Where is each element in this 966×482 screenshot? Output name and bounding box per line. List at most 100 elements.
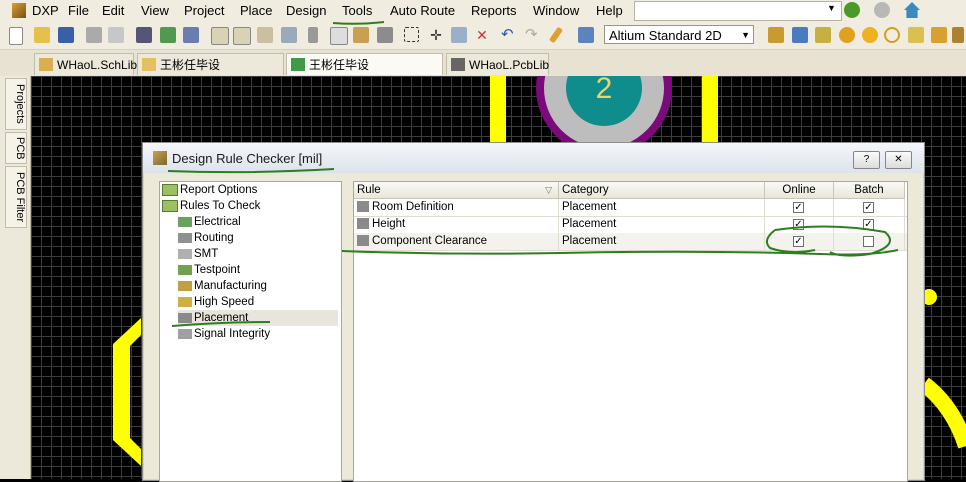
trace-right-vertical [702, 76, 718, 142]
tab-schdoc[interactable]: 王彬任毕设PCB.SchDoc [137, 53, 284, 94]
tree-item-testpoint[interactable]: Testpoint [178, 262, 240, 278]
help-query-icon[interactable] [578, 27, 594, 43]
place-component-icon[interactable] [952, 27, 964, 43]
tree-item-report-options[interactable]: Report Options [162, 182, 257, 198]
menu-reports[interactable]: Reports [471, 2, 517, 20]
table-row[interactable]: Room Definition Placement ✓ ✓ [354, 199, 907, 217]
online-checkbox[interactable]: ✓ [793, 202, 804, 213]
move-selection-icon[interactable] [451, 27, 467, 43]
tab-whaol-pcblib[interactable]: WHaoL.PcbLib [446, 53, 549, 75]
table-row[interactable]: Component Clearance Placement ✓ [354, 233, 907, 251]
testpoint-icon [178, 264, 192, 275]
tree-item-rules-to-check[interactable]: Rules To Check [162, 198, 260, 214]
table-row[interactable]: Height Placement ✓ ✓ [354, 216, 907, 234]
column-header-category[interactable]: Category [559, 182, 765, 199]
paste-icon[interactable] [353, 27, 369, 43]
component-icon[interactable] [183, 27, 199, 43]
home-icon[interactable] [904, 2, 920, 18]
menu-place[interactable]: Place [240, 2, 273, 20]
route-diff-pair-icon[interactable] [792, 27, 808, 43]
close-button[interactable]: ✕ [885, 151, 912, 169]
chevron-down-icon: ▼ [741, 30, 750, 40]
tree-item-smt[interactable]: SMT [178, 246, 218, 262]
smt-icon [178, 248, 192, 259]
dxp-icon[interactable] [12, 3, 26, 18]
print-preview-icon[interactable] [108, 27, 124, 43]
pencil-icon[interactable] [548, 26, 564, 44]
place-pad-icon[interactable] [839, 27, 855, 43]
schdoc-icon [142, 58, 156, 71]
pcbdoc-icon [291, 58, 305, 71]
move-icon[interactable]: ✛ [428, 27, 444, 43]
save-icon[interactable] [58, 27, 74, 43]
side-tab-pcb[interactable]: PCB [5, 132, 27, 164]
column-header-rule[interactable]: Rule ▽ [354, 182, 559, 199]
column-header-batch[interactable]: Batch [834, 182, 905, 199]
side-panel-tabs: Projects PCB PCB Filter [0, 76, 31, 479]
address-dropdown-icon[interactable]: ▼ [827, 3, 836, 13]
side-tab-projects[interactable]: Projects [5, 78, 27, 130]
address-input[interactable] [634, 1, 842, 21]
batch-checkbox[interactable]: ✓ [863, 202, 874, 213]
cut-icon[interactable] [308, 27, 318, 43]
undo-icon[interactable]: ↶ [501, 27, 517, 43]
help-button[interactable]: ? [853, 151, 880, 169]
menu-view[interactable]: View [141, 2, 169, 20]
side-tab-pcb-filter[interactable]: PCB Filter [5, 166, 27, 228]
menu-file[interactable]: File [68, 2, 89, 20]
tree-item-manufacturing[interactable]: Manufacturing [178, 278, 267, 294]
menu-edit[interactable]: Edit [102, 2, 124, 20]
menu-design[interactable]: Design [286, 2, 326, 20]
rubber-stamp-icon[interactable] [377, 27, 393, 43]
online-checkbox[interactable]: ✓ [793, 219, 804, 230]
menu-dxp[interactable]: DXP [32, 2, 59, 20]
tab-pcbdoc[interactable]: 王彬任毕设PCB.PcbDoc * [286, 53, 443, 94]
tree-item-high-speed[interactable]: High Speed [178, 294, 254, 310]
place-string-icon[interactable] [931, 27, 947, 43]
redo-icon[interactable]: ↷ [525, 27, 541, 43]
batch-cell: ✓ [834, 199, 905, 216]
menu-help[interactable]: Help [596, 2, 623, 20]
copy-icon[interactable] [330, 27, 348, 45]
deselect-icon[interactable]: ✕ [474, 27, 490, 43]
menu-window[interactable]: Window [533, 2, 579, 20]
place-via-icon[interactable] [862, 27, 878, 43]
menu-project[interactable]: Project [184, 2, 224, 20]
drc-icon [153, 151, 167, 165]
batch-checkbox[interactable]: ✓ [863, 219, 874, 230]
zoom-selected-icon[interactable] [257, 27, 273, 43]
back-icon[interactable] [844, 2, 860, 18]
print-icon[interactable] [86, 27, 102, 43]
place-arc-icon[interactable] [884, 27, 900, 43]
dialog-title-bar[interactable]: Design Rule Checker [mil] ? ✕ [143, 143, 924, 173]
toolbar: ✛ ✕ ↶ ↷ Altium Standard 2D ▼ [0, 22, 966, 50]
placement-icon [178, 312, 192, 323]
tab-whaol-schlib[interactable]: WHaoL.SchLib [34, 53, 137, 75]
forward-icon[interactable] [874, 2, 890, 18]
batch-checkbox[interactable] [863, 236, 874, 247]
tree-item-signal-integrity[interactable]: Signal Integrity [178, 326, 270, 342]
rules-tree: Report Options Rules To Check Electrical… [159, 181, 342, 482]
select-area-icon[interactable] [404, 27, 419, 42]
tree-item-placement[interactable]: Placement [178, 310, 338, 326]
tree-item-electrical[interactable]: Electrical [178, 214, 241, 230]
signal-integrity-icon [178, 328, 192, 339]
tree-label: Rules To Check [180, 200, 261, 212]
place-fill-icon[interactable] [908, 27, 924, 43]
route-multiple-icon[interactable] [815, 27, 831, 43]
filter-icon[interactable] [281, 27, 297, 43]
new-icon[interactable] [9, 27, 23, 45]
online-checkbox[interactable]: ✓ [793, 236, 804, 247]
zoom-area-icon[interactable] [233, 27, 251, 45]
layers-icon[interactable] [136, 27, 152, 43]
menu-tools[interactable]: Tools [342, 2, 372, 20]
open-icon[interactable] [34, 27, 50, 43]
tree-item-routing[interactable]: Routing [178, 230, 234, 246]
board-icon[interactable] [160, 27, 176, 43]
menu-auto-route[interactable]: Auto Route [390, 2, 455, 20]
view-config-select[interactable]: Altium Standard 2D ▼ [604, 25, 754, 44]
zoom-fit-icon[interactable] [211, 27, 229, 45]
batch-cell [834, 233, 905, 250]
column-header-online[interactable]: Online [765, 182, 834, 199]
interactive-route-icon[interactable] [768, 27, 784, 43]
